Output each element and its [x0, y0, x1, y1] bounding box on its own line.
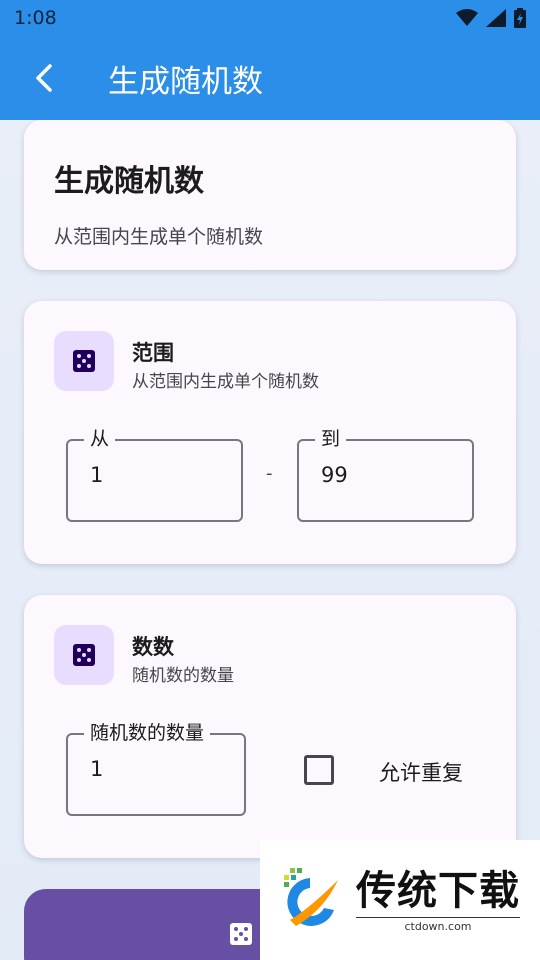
range-from-label: 从: [84, 427, 116, 451]
range-from-field[interactable]: 从 1: [66, 427, 243, 522]
status-time: 1:08: [14, 7, 57, 29]
dice-icon: [73, 644, 95, 666]
count-value: 1: [90, 757, 104, 781]
status-bar: 1:08: [0, 0, 540, 36]
wifi-icon: [456, 9, 478, 26]
range-card: 范围 从范围内生成单个随机数 从 1 - 到 99: [24, 301, 516, 564]
watermark-site: ctdown.com: [356, 917, 520, 933]
allow-repeat-checkbox[interactable]: [304, 755, 334, 785]
header-card-title: 生成随机数: [54, 164, 204, 199]
app-bar: 生成随机数: [0, 36, 540, 120]
count-label: 随机数的数量: [84, 721, 211, 745]
count-field[interactable]: 随机数的数量 1: [66, 721, 246, 816]
count-card: 数数 随机数的数量 随机数的数量 1 允许重复: [24, 595, 516, 858]
range-to-label: 到: [315, 427, 347, 451]
range-icon-tile: [54, 331, 114, 391]
signal-icon: [486, 9, 506, 27]
dice-icon: [73, 350, 95, 372]
battery-icon: [514, 8, 526, 28]
count-subtitle: 随机数的数量: [132, 666, 234, 686]
content-area[interactable]: 生成随机数 从范围内生成单个随机数 范围 从范围内生成单个随机数 从 1 - 到…: [0, 120, 540, 960]
dice-icon: [229, 923, 252, 945]
range-subtitle: 从范围内生成单个随机数: [132, 372, 319, 392]
watermark-logo-icon: [284, 868, 338, 926]
range-to-value: 99: [321, 463, 348, 487]
watermark-text: 传统下载 ctdown.com: [356, 867, 520, 933]
header-card: 生成随机数 从范围内生成单个随机数: [24, 120, 516, 270]
allow-repeat-label[interactable]: 允许重复: [379, 757, 463, 787]
status-icons: [456, 8, 526, 28]
range-title: 范围: [132, 341, 174, 365]
header-card-description: 从范围内生成单个随机数: [54, 226, 264, 248]
back-arrow-icon: [36, 64, 52, 92]
count-icon-tile: [54, 625, 114, 685]
back-button[interactable]: [14, 48, 74, 108]
range-from-value: 1: [90, 463, 104, 487]
range-to-field[interactable]: 到 99: [297, 427, 474, 522]
range-separator: -: [266, 463, 273, 484]
app-bar-title: 生成随机数: [108, 63, 263, 100]
count-title: 数数: [132, 635, 174, 659]
watermark: 传统下载 ctdown.com: [260, 840, 540, 960]
watermark-brand: 传统下载: [356, 868, 520, 914]
